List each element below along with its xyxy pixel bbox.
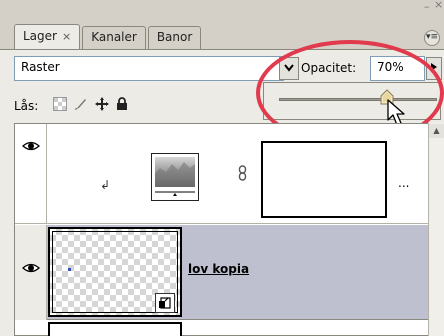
scroll-up-icon[interactable]: ▲ <box>429 124 444 138</box>
lock-image-pixels-icon[interactable] <box>74 97 88 111</box>
panel-menu-icon[interactable]: ▾≡ <box>424 30 440 46</box>
layer-mask-thumbnail[interactable] <box>261 141 387 218</box>
smart-object-icon <box>155 293 175 313</box>
lock-transparent-pixels-icon[interactable] <box>53 97 67 111</box>
layer-content-dot <box>68 268 71 271</box>
eye-icon[interactable] <box>22 140 40 151</box>
tab-close-icon[interactable]: × <box>62 30 71 43</box>
tab-kanaler[interactable]: Kanaler <box>82 26 146 50</box>
scrollbar[interactable] <box>428 123 444 336</box>
panel-tabs: Lager × Kanaler Banor <box>14 24 203 50</box>
window-controls: – × <box>422 0 444 22</box>
visibility-cell[interactable] <box>15 124 47 224</box>
close-icon[interactable]: × <box>434 0 443 11</box>
tab-lager[interactable]: Lager × <box>14 24 81 50</box>
lock-position-icon[interactable] <box>95 97 109 111</box>
layer-name[interactable]: lov kopia <box>188 262 249 276</box>
tab-banor[interactable]: Banor <box>147 26 202 50</box>
tab-label: Lager <box>23 29 57 43</box>
blend-mode-select[interactable]: Raster <box>14 56 284 81</box>
layer-thumbnail-partial <box>48 322 182 336</box>
link-icon[interactable] <box>238 165 247 185</box>
more-indicator: ... <box>398 176 410 190</box>
minimize-icon[interactable]: – <box>424 0 430 13</box>
tab-label: Kanaler <box>91 30 137 44</box>
clipping-arrow-icon: ↲ <box>100 178 111 192</box>
adjustment-thumbnail <box>151 153 199 201</box>
lock-all-icon[interactable] <box>115 97 129 111</box>
eye-icon[interactable] <box>22 262 40 273</box>
tab-label: Banor <box>156 30 193 44</box>
lock-label: Lås: <box>14 99 39 113</box>
